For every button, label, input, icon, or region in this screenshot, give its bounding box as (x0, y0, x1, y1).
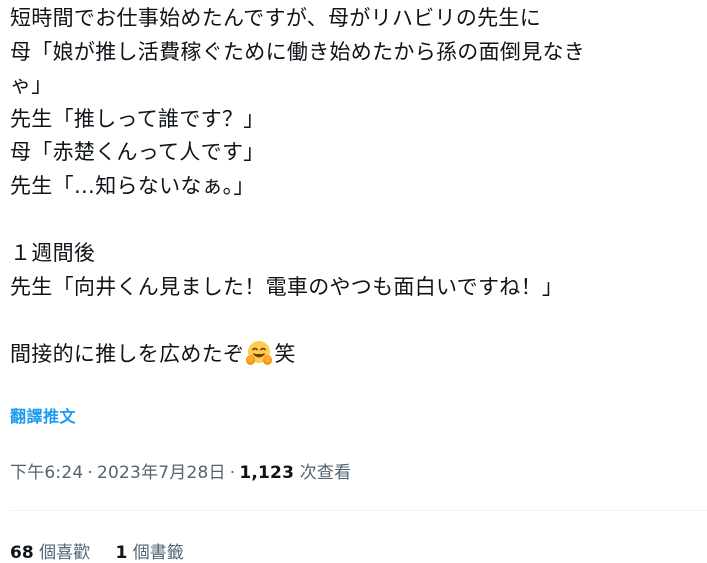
divider (10, 510, 707, 511)
tweet-line: 母「娘が推し活費稼ぐために働き始めたから孫の面倒見なき (10, 39, 586, 64)
tweet-line: 先生「推しって誰です？」 (10, 106, 265, 131)
bookmarks-label: 個書籤 (132, 543, 184, 563)
tweet-line: ゃ」 (10, 73, 53, 98)
tweet-date: 2023年7月28日 (97, 463, 226, 483)
hugging-face-emoji-icon (245, 339, 273, 367)
tweet-line: 短時間でお仕事始めたんですが、母がリハビリの先生に (10, 6, 542, 30)
engagement-stats: 68 個喜歡 1 個書籤 (10, 538, 204, 563)
views-label: 次查看 (299, 463, 352, 483)
meta-separator: · (229, 463, 236, 483)
tweet-line: １週間後 (10, 241, 96, 266)
views-count: 1,123 (239, 463, 295, 483)
translate-tweet-link[interactable]: 翻譯推文 (10, 403, 76, 427)
tweet-line: 先生「向井くん見ました！電車のやつも面白いですね！」 (10, 274, 564, 299)
tweet-line: 先生「…知らないなぁ。」 (10, 173, 255, 198)
likes-label: 個喜歡 (39, 543, 91, 563)
tweet-line-text: 間接的に推しを広めたぞ (10, 341, 245, 366)
bookmarks-count: 1 (115, 543, 128, 563)
tweet-time: 下午6:24 (10, 463, 84, 483)
likes-stat[interactable]: 68 個喜歡 (10, 538, 90, 563)
likes-count: 68 (10, 543, 34, 563)
tweet-meta: 下午6:24 · 2023年7月28日 · 1,123 次查看 (10, 458, 351, 483)
bookmarks-stat[interactable]: 1 個書籤 (115, 538, 183, 563)
tweet-line-text: 笑 (274, 341, 296, 366)
tweet-line-final: 間接的に推しを広めたぞ 笑 (10, 338, 700, 372)
tweet-text: 短時間でお仕事始めたんですが、母がリハビリの先生に 母「娘が推し活費稼ぐために働… (10, 2, 700, 372)
tweet-line: 母「赤楚くんって人です」 (10, 140, 265, 165)
tweet-timestamp[interactable]: 下午6:24 · 2023年7月28日 (10, 463, 226, 483)
meta-separator: · (87, 463, 93, 483)
